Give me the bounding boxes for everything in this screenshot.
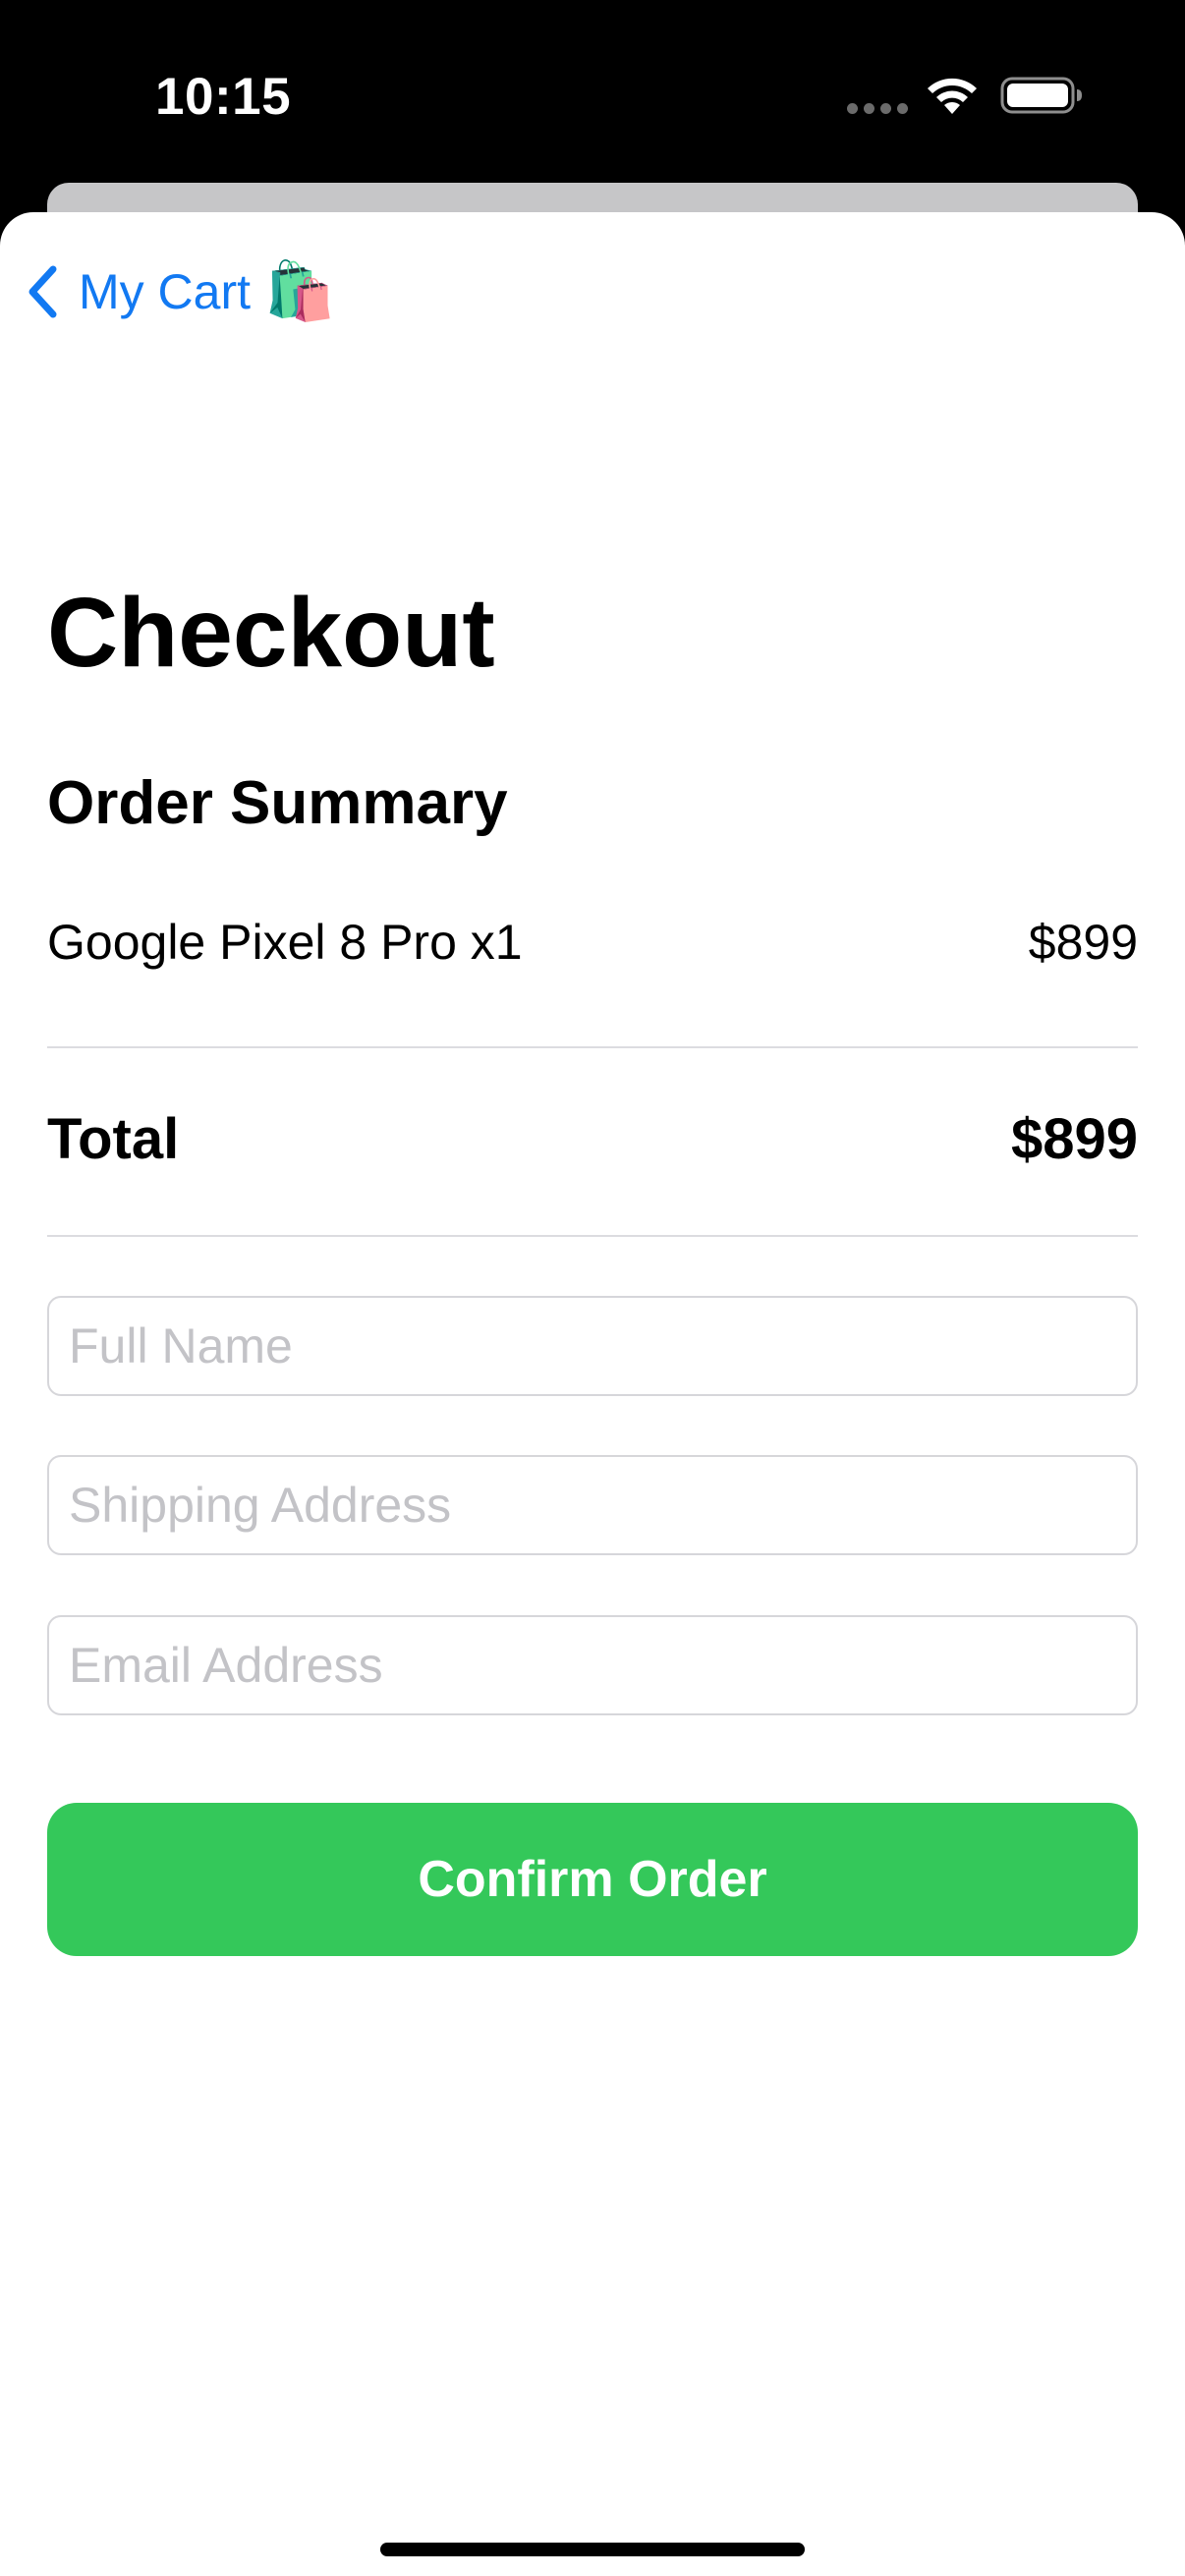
- order-line-item: Google Pixel 8 Pro x1 $899: [47, 914, 1138, 971]
- order-total-row: Total $899: [47, 1106, 1138, 1172]
- shopping-bags-icon: 🛍️: [264, 259, 336, 323]
- back-button[interactable]: My Cart 🛍️: [26, 257, 335, 326]
- divider: [47, 1235, 1138, 1237]
- cellular-signal-icon: [847, 103, 908, 114]
- status-bar: 10:15: [0, 0, 1185, 187]
- page-title: Checkout: [47, 578, 495, 688]
- shipping-address-input[interactable]: [47, 1455, 1138, 1555]
- back-button-label: My Cart: [79, 264, 251, 319]
- order-summary-heading: Order Summary: [47, 769, 508, 837]
- battery-icon: [1000, 77, 1082, 114]
- wifi-icon: [928, 78, 977, 114]
- item-name: Google Pixel 8 Pro x1: [47, 915, 523, 970]
- email-address-input[interactable]: [47, 1615, 1138, 1715]
- item-price: $899: [1028, 915, 1138, 970]
- screen: 10:15 My Cart 🛍️ Checkout Order Summary …: [0, 0, 1185, 2576]
- status-time: 10:15: [155, 68, 292, 126]
- total-value: $899: [1010, 1107, 1138, 1171]
- checkout-sheet: My Cart 🛍️ Checkout Order Summary Google…: [0, 212, 1185, 2576]
- chevron-left-icon: [28, 265, 57, 318]
- home-indicator[interactable]: [380, 2543, 805, 2556]
- full-name-input[interactable]: [47, 1296, 1138, 1396]
- confirm-order-button[interactable]: Confirm Order: [47, 1803, 1138, 1956]
- divider: [47, 1046, 1138, 1048]
- total-label: Total: [47, 1107, 180, 1171]
